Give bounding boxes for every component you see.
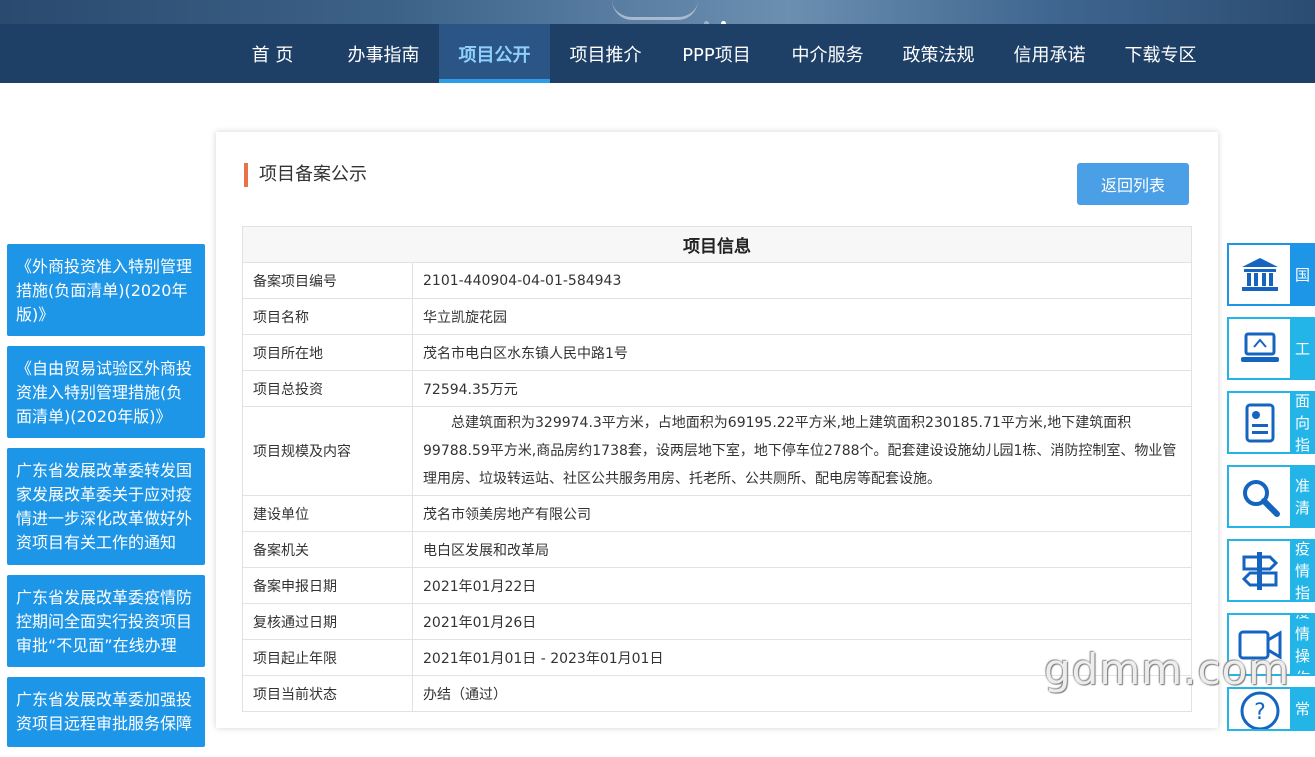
row-value: 茂名市电白区水东镇人民中路1号 (412, 334, 1192, 371)
policy-link[interactable]: 《外商投资准入特别管理措施(负面清单)(2020年版)》 (7, 244, 205, 336)
table-row: 备案项目编号 2101-440904-04-01-584943 (242, 262, 1192, 299)
row-value: 2101-440904-04-01-584943 (412, 262, 1192, 299)
top-banner-image (0, 0, 1315, 26)
main-nav: 首 页 办事指南 项目公开 项目推介 PPP项目 中介服务 政策法规 信用承诺 … (0, 24, 1315, 83)
nav-credit[interactable]: 信用承诺 (994, 24, 1105, 83)
back-to-list-button[interactable]: 返回列表 (1077, 163, 1189, 205)
table-row: 项目总投资 72594.35万元 (242, 370, 1192, 407)
quick-link-label: 疫情 指 (1290, 541, 1315, 600)
section-title: 项目备案公示 (244, 163, 367, 187)
government-building-icon (1229, 245, 1290, 304)
quick-link-label: 工 (1290, 319, 1315, 378)
site-watermark: gdmm.com (1044, 645, 1291, 694)
row-label: 项目规模及内容 (242, 406, 413, 496)
row-value: 72594.35万元 (412, 370, 1192, 407)
svg-text:?: ? (1254, 700, 1266, 725)
table-row: 建设单位 茂名市领美房地产有限公司 (242, 495, 1192, 532)
row-label: 项目所在地 (242, 334, 413, 371)
row-label: 备案申报日期 (242, 567, 413, 604)
policy-link[interactable]: 广东省发展改革委加强投资项目远程审批服务保障 (7, 677, 205, 747)
project-scope-text: 总建筑面积为329974.3平方米，占地面积为69195.22平方米,地上建筑面… (423, 415, 1177, 487)
nav-guide[interactable]: 办事指南 (328, 24, 439, 83)
nav-intermediary[interactable]: 中介服务 (772, 24, 883, 83)
nav-ppp[interactable]: PPP项目 (661, 24, 772, 83)
question-icon: ? (1229, 689, 1290, 729)
nav-policy[interactable]: 政策法规 (883, 24, 994, 83)
table-row: 项目规模及内容 总建筑面积为329974.3平方米，占地面积为69195.22平… (242, 406, 1192, 496)
nav-project-public[interactable]: 项目公开 (439, 24, 550, 83)
quick-link-epidemic-guide[interactable]: 疫情 指 (1227, 539, 1315, 602)
table-row: 备案机关 电白区发展和改革局 (242, 531, 1192, 568)
row-label: 建设单位 (242, 495, 413, 532)
row-label: 项目当前状态 (242, 675, 413, 712)
banner-bridge-graphic (612, 0, 698, 20)
nav-home[interactable]: 首 页 (217, 24, 328, 83)
laptop-icon (1229, 319, 1290, 378)
search-icon (1229, 467, 1290, 526)
row-label: 项目总投资 (242, 370, 413, 407)
policy-link[interactable]: 《自由贸易试验区外商投资准入特别管理措施(负面清单)(2020年版)》 (7, 346, 205, 438)
row-value: 电白区发展和改革局 (412, 531, 1192, 568)
row-value: 总建筑面积为329974.3平方米，占地面积为69195.22平方米,地上建筑面… (412, 406, 1192, 496)
table-row: 复核通过日期 2021年01月26日 (242, 603, 1192, 640)
quick-link-guide[interactable]: 面向 指 (1227, 391, 1315, 454)
row-value: 2021年01月26日 (412, 603, 1192, 640)
quick-link-label: 准 清 (1290, 467, 1315, 526)
signpost-icon (1229, 541, 1290, 600)
left-policy-links: 《外商投资准入特别管理措施(负面清单)(2020年版)》 《自由贸易试验区外商投… (7, 244, 205, 757)
table-row: 项目名称 华立凯旋花园 (242, 298, 1192, 335)
row-value: 华立凯旋花园 (412, 298, 1192, 335)
nav-project-promotion[interactable]: 项目推介 (550, 24, 661, 83)
quick-link-national[interactable]: 国 (1227, 243, 1315, 306)
row-value: 2021年01月22日 (412, 567, 1192, 604)
policy-link[interactable]: 广东省发展改革委疫情防控期间全面实行投资项目审批“不见面”在线办理 (7, 575, 205, 667)
quick-link-label: 国 (1290, 245, 1315, 304)
project-info-table: 项目信息 备案项目编号 2101-440904-04-01-584943 项目名… (242, 226, 1192, 712)
quick-link-label: 常 (1290, 689, 1315, 729)
nav-download[interactable]: 下载专区 (1105, 24, 1216, 83)
quick-link-label: 面向 指 (1290, 393, 1315, 452)
row-label: 项目起止年限 (242, 639, 413, 676)
row-label: 项目名称 (242, 298, 413, 335)
project-detail-card: 项目备案公示 返回列表 项目信息 备案项目编号 2101-440904-04-0… (216, 132, 1218, 728)
policy-link[interactable]: 广东省发展改革委转发国家发展改革委关于应对疫情进一步深化改革做好外资项目有关工作… (7, 448, 205, 565)
quick-link-list[interactable]: 准 清 (1227, 465, 1315, 528)
table-row: 项目所在地 茂名市电白区水东镇人民中路1号 (242, 334, 1192, 371)
row-label: 备案机关 (242, 531, 413, 568)
row-label: 复核通过日期 (242, 603, 413, 640)
quick-link-label: 疫情 操作 (1290, 615, 1315, 674)
table-row: 备案申报日期 2021年01月22日 (242, 567, 1192, 604)
row-label: 备案项目编号 (242, 262, 413, 299)
quick-link-work[interactable]: 工 (1227, 317, 1315, 380)
row-value: 茂名市领美房地产有限公司 (412, 495, 1192, 532)
document-person-icon (1229, 393, 1290, 452)
table-title: 项目信息 (242, 226, 1192, 263)
